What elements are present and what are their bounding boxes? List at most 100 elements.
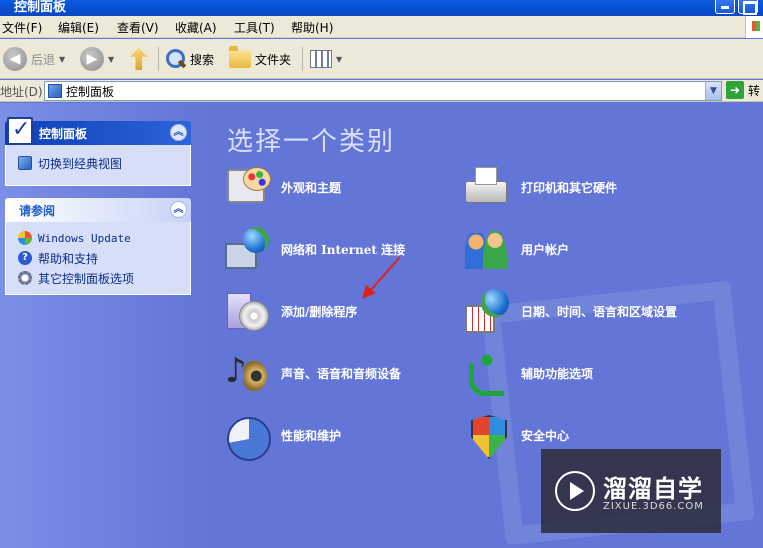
collapse-icon[interactable]: ︽ <box>170 124 187 141</box>
maximize-button[interactable] <box>738 0 758 15</box>
appearance-themes-icon <box>223 163 271 211</box>
collapse-icon[interactable]: ︽ <box>170 201 187 218</box>
back-label: 后退 <box>31 52 56 67</box>
menu-help[interactable]: 帮助(H) <box>291 19 333 36</box>
address-input[interactable]: 控制面板 ▼ <box>44 81 722 101</box>
see-also-box: 请参阅 ︽ Windows Update ? 帮助和支持 其它控制面板选项 <box>5 198 191 295</box>
watermark: 溜溜自学 ZIXUE.3D66.COM <box>541 449 721 533</box>
category-user-accounts[interactable]: 用户帐户 <box>463 225 569 273</box>
windows-update-icon <box>18 231 32 245</box>
menu-bar: 文件(F) 编辑(E) 查看(V) 收藏(A) 工具(T) 帮助(H) <box>0 16 763 38</box>
page-title: 选择一个类别 <box>227 127 396 157</box>
search-icon <box>164 48 186 70</box>
category-date-time-language[interactable]: 日期、时间、语言和区域设置 <box>463 287 677 335</box>
address-bar: 地址(D) 控制面板 ▼ ➜ 转 <box>0 80 763 102</box>
network-globe-icon <box>223 225 271 273</box>
menu-edit[interactable]: 编辑(E) <box>58 19 99 36</box>
folder-icon <box>229 46 251 68</box>
sound-speaker-icon <box>223 349 271 397</box>
menu-tools[interactable]: 工具(T) <box>234 19 275 36</box>
views-button[interactable]: ▼ <box>310 45 342 73</box>
security-shield-icon <box>463 411 511 459</box>
go-arrow-icon: ➜ <box>726 81 744 99</box>
date-time-globe-icon <box>463 287 511 335</box>
windows-update-link[interactable]: Windows Update <box>18 228 190 248</box>
category-label: 声音、语音和音频设备 <box>281 366 402 381</box>
control-panel-icon <box>7 117 33 145</box>
user-accounts-icon <box>463 225 511 273</box>
play-logo-icon <box>555 471 595 511</box>
classic-view-icon <box>18 156 32 170</box>
toolbar-separator <box>302 47 303 71</box>
folders-label: 文件夹 <box>255 52 292 67</box>
search-button[interactable]: 搜索 <box>164 45 214 73</box>
category-sounds-audio[interactable]: 声音、语音和音频设备 <box>223 349 401 397</box>
control-panel-icon <box>48 84 62 98</box>
category-label: 性能和维护 <box>281 428 342 443</box>
category-accessibility[interactable]: 辅助功能选项 <box>463 349 593 397</box>
category-label: 安全中心 <box>521 428 570 443</box>
help-icon: ? <box>18 251 32 265</box>
views-icon <box>310 50 332 68</box>
windows-logo-icon <box>745 16 763 38</box>
add-remove-programs-icon <box>223 287 271 335</box>
switch-to-classic-view-link[interactable]: 切换到经典视图 <box>18 153 190 173</box>
help-label: 帮助和支持 <box>38 251 99 266</box>
minimize-button[interactable] <box>715 0 735 14</box>
address-label: 地址(D) <box>0 85 43 99</box>
control-panel-title: 控制面板 <box>39 126 88 141</box>
category-network-internet[interactable]: 网络和 Internet 连接 <box>223 225 405 273</box>
printer-icon <box>463 163 511 211</box>
menu-file[interactable]: 文件(F) <box>2 19 42 36</box>
accessibility-icon <box>463 349 511 397</box>
other-options-label: 其它控制面板选项 <box>38 271 135 286</box>
other-options-link[interactable]: 其它控制面板选项 <box>18 268 190 288</box>
gear-icon <box>18 271 32 285</box>
category-label: 外观和主题 <box>281 180 342 195</box>
search-label: 搜索 <box>190 52 215 67</box>
forward-arrow-icon: ▶ <box>80 47 104 71</box>
address-value: 控制面板 <box>66 84 115 99</box>
toolbar-separator <box>158 47 159 71</box>
category-performance-maintenance[interactable]: 性能和维护 <box>223 411 342 461</box>
forward-dropdown-icon[interactable]: ▼ <box>108 55 114 64</box>
control-panel-header[interactable]: 控制面板 ︽ <box>5 117 191 145</box>
category-appearance-themes[interactable]: 外观和主题 <box>223 163 341 211</box>
go-button[interactable]: ➜ 转 <box>726 81 760 99</box>
up-folder-icon <box>130 48 148 70</box>
category-printers-hardware[interactable]: 打印机和其它硬件 <box>463 163 617 211</box>
window-title: 控制面板 <box>14 0 67 15</box>
folders-button[interactable]: 文件夹 <box>229 45 291 73</box>
watermark-name: 溜溜自学 <box>603 475 703 503</box>
views-dropdown-icon: ▼ <box>336 54 343 64</box>
title-bar: 控制面板 <box>0 0 763 16</box>
back-arrow-icon: ◀ <box>3 47 27 71</box>
see-also-header[interactable]: 请参阅 ︽ <box>5 198 191 222</box>
see-also-body: Windows Update ? 帮助和支持 其它控制面板选项 <box>5 222 191 295</box>
control-panel-body: 切换到经典视图 <box>5 145 191 186</box>
task-pane: 控制面板 ︽ 切换到经典视图 请参阅 ︽ Windows Update ? 帮助… <box>0 103 203 548</box>
category-label: 打印机和其它硬件 <box>521 180 618 195</box>
help-and-support-link[interactable]: ? 帮助和支持 <box>18 248 190 268</box>
windows-update-label: Windows Update <box>38 231 131 245</box>
menu-view[interactable]: 查看(V) <box>117 19 159 36</box>
category-add-remove-programs[interactable]: 添加/删除程序 <box>223 287 357 335</box>
control-panel-box: 控制面板 ︽ 切换到经典视图 <box>5 117 191 186</box>
menu-favorites[interactable]: 收藏(A) <box>175 19 217 36</box>
back-dropdown-icon[interactable]: ▼ <box>59 55 65 64</box>
address-dropdown-icon[interactable]: ▼ <box>705 82 721 100</box>
category-label: 日期、时间、语言和区域设置 <box>521 304 678 319</box>
see-also-title: 请参阅 <box>19 203 56 218</box>
watermark-url: ZIXUE.3D66.COM <box>603 501 704 512</box>
go-label: 转 <box>748 83 761 98</box>
back-button[interactable]: ◀ 后退 ▼ <box>3 45 65 73</box>
category-label: 网络和 Internet 连接 <box>281 242 406 257</box>
forward-button[interactable]: ▶ ▼ <box>80 45 114 73</box>
category-label: 添加/删除程序 <box>281 304 358 319</box>
category-label: 辅助功能选项 <box>521 366 594 381</box>
category-label: 用户帐户 <box>521 242 570 257</box>
switch-label: 切换到经典视图 <box>38 156 123 171</box>
up-folder-button[interactable] <box>130 45 152 73</box>
toolbar: ◀ 后退 ▼ ▶ ▼ 搜索 文件夹 ▼ <box>0 39 763 79</box>
performance-pie-icon <box>223 411 271 461</box>
